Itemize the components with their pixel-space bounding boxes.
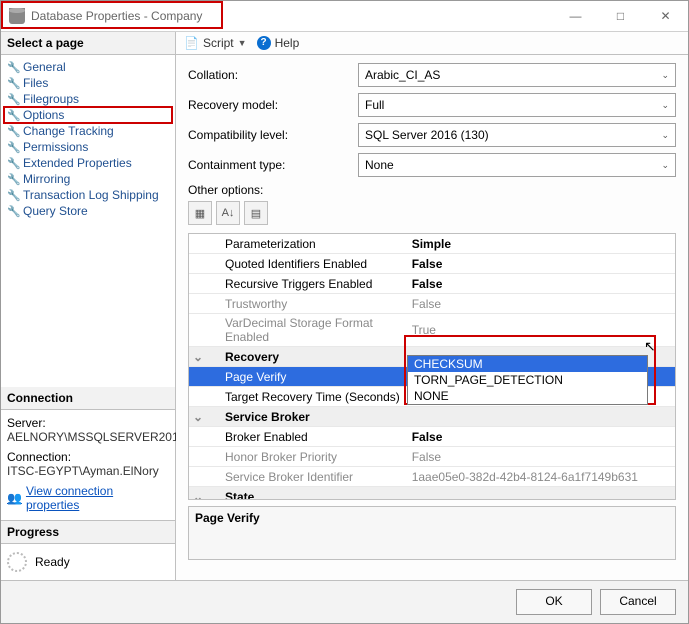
window-title: Database Properties - Company xyxy=(31,9,202,23)
connection-value: ITSC-EGYPT\Ayman.ElNory xyxy=(7,464,169,478)
ok-button[interactable]: OK xyxy=(516,589,592,615)
chevron-down-icon: ⌄ xyxy=(661,130,669,141)
wrench-icon: 🔧 xyxy=(7,125,19,138)
mouse-cursor-icon: ↖ xyxy=(644,338,656,355)
wrench-icon: 🔧 xyxy=(7,93,19,106)
database-icon xyxy=(9,8,25,24)
compatibility-level-dropdown[interactable]: SQL Server 2016 (130)⌄ xyxy=(358,123,676,147)
grid-row[interactable]: Recursive Triggers EnabledFalse xyxy=(189,274,675,294)
connection-section: Connection Server: AELNORY\MSSQLSERVER20… xyxy=(1,387,175,520)
collapse-icon[interactable]: ⌄ xyxy=(193,410,203,424)
page-item-mirroring[interactable]: 🔧Mirroring xyxy=(3,171,173,187)
toolstrip: 📄 Script ▼ ? Help xyxy=(176,32,688,55)
form-area: Collation: Arabic_CI_AS⌄ Recovery model:… xyxy=(176,55,688,233)
page-item-permissions[interactable]: 🔧Permissions xyxy=(3,139,173,155)
main-panel: 📄 Script ▼ ? Help Collation: Arabic_CI_A… xyxy=(176,32,688,580)
property-pages-button[interactable]: ▤ xyxy=(244,201,268,225)
sidebar: Select a page 🔧General 🔧Files 🔧Filegroup… xyxy=(1,32,176,580)
grid-row[interactable]: Service Broker Identifier1aae05e0-382d-4… xyxy=(189,467,675,487)
collapse-icon[interactable]: ⌄ xyxy=(193,350,203,364)
dialog-footer: OK Cancel xyxy=(1,580,688,623)
recovery-model-dropdown[interactable]: Full⌄ xyxy=(358,93,676,117)
cancel-button[interactable]: Cancel xyxy=(600,589,676,615)
grid-row[interactable]: Quoted Identifiers EnabledFalse xyxy=(189,254,675,274)
chevron-down-icon: ▼ xyxy=(238,38,247,48)
grid-category-state[interactable]: ⌄State xyxy=(189,487,675,500)
select-page-heading: Select a page xyxy=(1,32,175,55)
collation-label: Collation: xyxy=(188,68,358,82)
grid-row[interactable]: VarDecimal Storage Format EnabledTrue xyxy=(189,314,675,347)
script-button[interactable]: 📄 Script ▼ xyxy=(184,36,247,50)
page-item-change-tracking[interactable]: 🔧Change Tracking xyxy=(3,123,173,139)
wrench-icon: 🔧 xyxy=(7,189,19,202)
help-button[interactable]: ? Help xyxy=(257,36,300,50)
wrench-icon: 🔧 xyxy=(7,173,19,186)
page-item-filegroups[interactable]: 🔧Filegroups xyxy=(3,91,173,107)
chevron-down-icon: ⌄ xyxy=(661,70,669,81)
page-item-general[interactable]: 🔧General xyxy=(3,59,173,75)
connection-label: Connection: xyxy=(7,450,169,464)
grid-toolbar: ▦ A↓ ▤ xyxy=(188,201,676,225)
page-verify-dropdown[interactable]: CHECKSUM TORN_PAGE_DETECTION NONE xyxy=(407,355,648,405)
page-list: 🔧General 🔧Files 🔧Filegroups 🔧Options 🔧Ch… xyxy=(1,55,175,223)
property-grid: ParameterizationSimple Quoted Identifier… xyxy=(188,233,676,500)
script-icon: 📄 xyxy=(184,36,199,50)
wrench-icon: 🔧 xyxy=(7,77,19,90)
chevron-down-icon: ⌄ xyxy=(661,160,669,171)
wrench-icon: 🔧 xyxy=(7,205,19,218)
view-connection-properties-link[interactable]: 👥 View connection properties xyxy=(7,484,169,512)
window-buttons: — □ ✕ xyxy=(553,1,688,31)
people-icon: 👥 xyxy=(7,491,22,505)
property-description: Page Verify xyxy=(188,506,676,560)
other-options-label: Other options: xyxy=(188,183,676,197)
page-item-query-store[interactable]: 🔧Query Store xyxy=(3,203,173,219)
compatibility-level-label: Compatibility level: xyxy=(188,128,358,142)
grid-row[interactable]: Broker EnabledFalse xyxy=(189,427,675,447)
maximize-button[interactable]: □ xyxy=(598,1,643,31)
dropdown-option[interactable]: CHECKSUM xyxy=(408,356,647,372)
help-icon: ? xyxy=(257,36,271,50)
wrench-icon: 🔧 xyxy=(7,61,19,74)
page-item-log-shipping[interactable]: 🔧Transaction Log Shipping xyxy=(3,187,173,203)
progress-section: Progress Ready xyxy=(1,520,175,580)
wrench-icon: 🔧 xyxy=(7,141,19,154)
containment-type-label: Containment type: xyxy=(188,158,358,172)
dialog-window: Database Properties - Company — □ ✕ Sele… xyxy=(0,0,689,624)
recovery-model-label: Recovery model: xyxy=(188,98,358,112)
minimize-button[interactable]: — xyxy=(553,1,598,31)
chevron-down-icon: ⌄ xyxy=(661,100,669,111)
page-item-options[interactable]: 🔧Options xyxy=(3,107,173,123)
containment-type-dropdown[interactable]: None⌄ xyxy=(358,153,676,177)
page-item-extended-properties[interactable]: 🔧Extended Properties xyxy=(3,155,173,171)
progress-heading: Progress xyxy=(1,520,175,544)
categorized-button[interactable]: ▦ xyxy=(188,201,212,225)
grid-row[interactable]: ParameterizationSimple xyxy=(189,234,675,254)
grid-category-service-broker[interactable]: ⌄Service Broker xyxy=(189,407,675,427)
server-label: Server: xyxy=(7,416,169,430)
grid-row[interactable]: TrustworthyFalse xyxy=(189,294,675,314)
close-button[interactable]: ✕ xyxy=(643,1,688,31)
collation-dropdown[interactable]: Arabic_CI_AS⌄ xyxy=(358,63,676,87)
wrench-icon: 🔧 xyxy=(7,109,19,122)
wrench-icon: 🔧 xyxy=(7,157,19,170)
server-value: AELNORY\MSSQLSERVER2016 xyxy=(7,430,169,444)
dropdown-option[interactable]: NONE xyxy=(408,388,647,404)
progress-status: Ready xyxy=(35,555,70,569)
page-item-files[interactable]: 🔧Files xyxy=(3,75,173,91)
titlebar: Database Properties - Company — □ ✕ xyxy=(1,1,688,32)
collapse-icon[interactable]: ⌄ xyxy=(193,490,203,500)
dropdown-option[interactable]: TORN_PAGE_DETECTION xyxy=(408,372,647,388)
alphabetical-button[interactable]: A↓ xyxy=(216,201,240,225)
grid-row[interactable]: Honor Broker PriorityFalse xyxy=(189,447,675,467)
connection-heading: Connection xyxy=(1,387,175,410)
spinner-icon xyxy=(7,552,27,572)
dialog-body: Select a page 🔧General 🔧Files 🔧Filegroup… xyxy=(1,32,688,580)
